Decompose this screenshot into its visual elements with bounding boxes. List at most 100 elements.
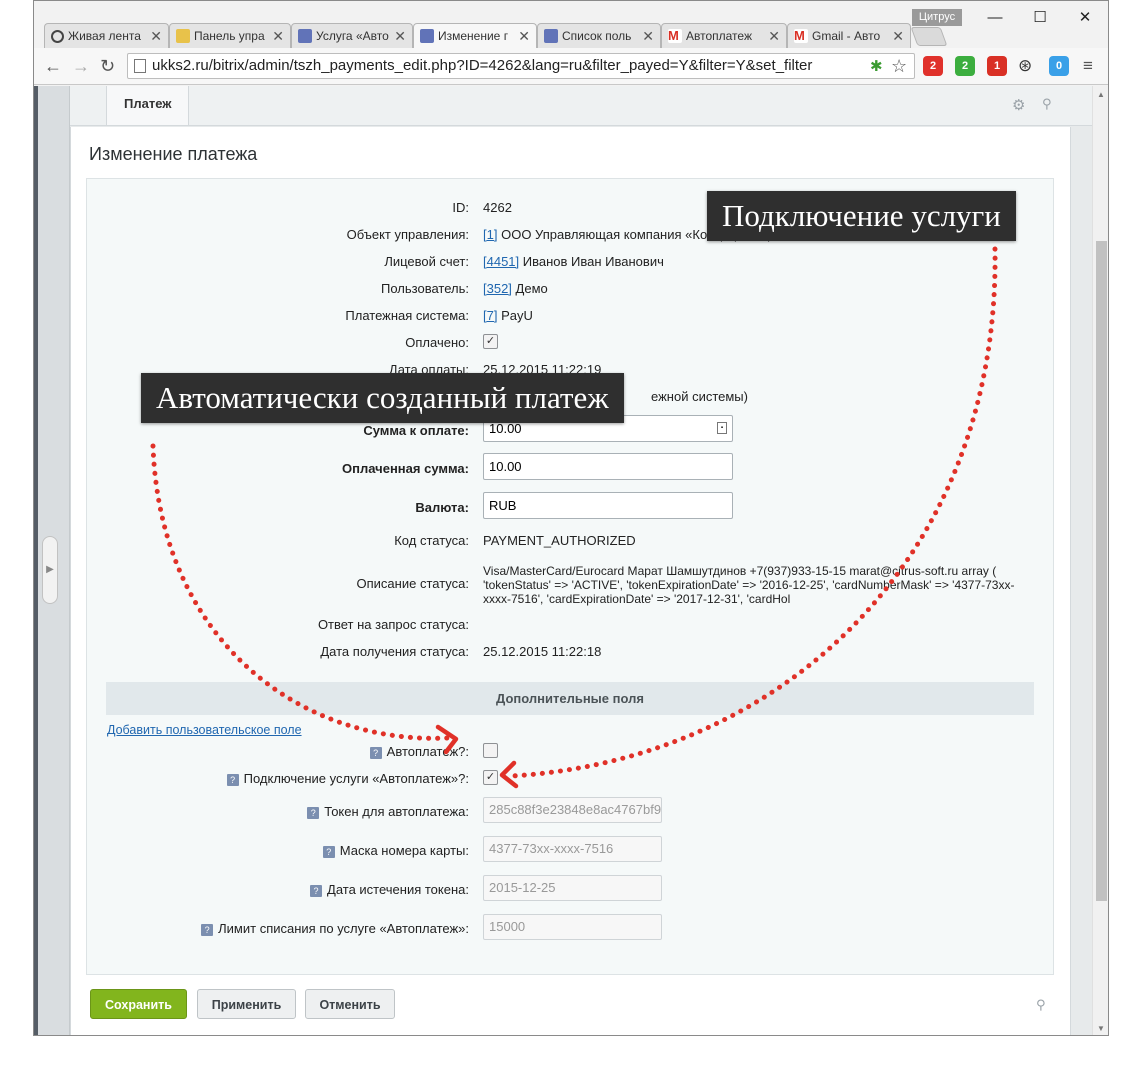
tab-close-icon[interactable]: ✕	[768, 28, 780, 45]
tab-close-icon[interactable]: ✕	[394, 28, 406, 45]
tab-live-feed[interactable]: Живая лента ✕	[44, 23, 169, 48]
page-title: Изменение платежа	[89, 144, 258, 164]
forward-icon[interactable]: →	[72, 56, 90, 76]
page-tab-bar: Платеж ⚙ ⚲	[70, 86, 1092, 126]
gmail-icon[interactable]: 1	[987, 56, 1007, 76]
paid-label: Оплачено:	[405, 335, 469, 350]
tab-user-list[interactable]: Список поль ✕	[537, 23, 661, 48]
status-date-label: Дата получения статуса:	[320, 644, 469, 659]
building-icon	[544, 29, 558, 43]
panel-edge	[34, 86, 38, 1035]
status-desc-value: Visa/MasterCard/Eurocard Марат Шамшутдин…	[483, 564, 1015, 606]
help-icon[interactable]: ?	[322, 846, 335, 858]
apply-button[interactable]: Применить	[197, 989, 296, 1019]
steering-wheel-icon[interactable]: ⊛	[1018, 56, 1032, 76]
autopay-service-checkbox[interactable]: ✓	[483, 770, 498, 785]
pin-icon[interactable]: ⚲	[1036, 997, 1046, 1013]
minimize-icon[interactable]: —	[980, 7, 1010, 29]
tab-close-icon[interactable]: ✕	[642, 28, 654, 45]
tab-gmail[interactable]: M Gmail - Авто ✕	[787, 23, 911, 48]
token-label: ? Токен для автоплатежа:	[307, 804, 469, 819]
tab-control-panel[interactable]: Панель упра ✕	[169, 23, 291, 48]
expand-menu-handle[interactable]: ▶	[42, 536, 58, 604]
tab-edit-payment[interactable]: Изменение г ✕	[413, 23, 537, 48]
status-code-value: PAYMENT_AUTHORIZED	[483, 533, 636, 548]
user-label: Пользователь:	[381, 281, 469, 296]
bitrix-icon[interactable]: 2	[923, 56, 943, 76]
autopay-checkbox[interactable]	[483, 743, 498, 758]
paysystem-link[interactable]: [7]	[483, 308, 497, 323]
paysystem-label: Платежная система:	[345, 308, 469, 323]
status-code-label: Код статуса:	[394, 533, 469, 548]
auto-payment-callout: Автоматически созданный платеж	[141, 373, 624, 423]
tab-autopay-mail[interactable]: M Автоплатеж ✕	[661, 23, 787, 48]
cancel-button[interactable]: Отменить	[305, 989, 395, 1019]
calculator-icon[interactable]: ▪	[717, 422, 727, 434]
help-icon[interactable]: ?	[310, 885, 323, 897]
account-label: Лицевой счет:	[384, 254, 469, 269]
currency-input[interactable]: RUB	[483, 492, 733, 519]
source-text: ежной системы)	[651, 389, 748, 404]
tab-service[interactable]: Услуга «Авто ✕	[291, 23, 413, 48]
currency-label: Валюта:	[415, 500, 469, 515]
reload-icon[interactable]: ↻	[100, 56, 115, 76]
autopay-service-label: ? Подключение услуги «Автоплатеж»?:	[226, 771, 469, 786]
save-button[interactable]: Сохранить	[90, 989, 187, 1019]
card-mask-label: ? Маска номера карты:	[322, 843, 469, 858]
help-icon[interactable]: ?	[307, 807, 320, 819]
gmail-icon: M	[668, 29, 682, 43]
ghostery-icon[interactable]: 0	[1049, 56, 1069, 76]
id-label: ID:	[452, 200, 469, 215]
building-icon	[298, 29, 312, 43]
add-custom-field-link[interactable]: Добавить пользовательское поле	[107, 723, 302, 737]
account-link[interactable]: [4451]	[483, 254, 519, 269]
scroll-thumb[interactable]	[1096, 241, 1107, 901]
evernote-icon[interactable]: 2	[955, 56, 975, 76]
limit-label: ? Лимит списания по услуге «Автоплатеж»:	[201, 921, 469, 936]
tab-close-icon[interactable]: ✕	[892, 28, 904, 45]
address-bar[interactable]: ukks2.ru/bitrix/admin/tszh_payments_edit…	[127, 53, 915, 79]
limit-input[interactable]: 15000	[483, 914, 662, 940]
help-icon[interactable]: ?	[226, 774, 239, 786]
tab-payment[interactable]: Платеж	[106, 86, 190, 126]
scroll-up-icon[interactable]: ▲	[1097, 90, 1105, 99]
extra-fields-header: Дополнительные поля	[106, 682, 1034, 715]
tab-close-icon[interactable]: ✕	[518, 28, 530, 45]
user-link[interactable]: [352]	[483, 281, 512, 296]
tab-close-icon[interactable]: ✕	[150, 28, 162, 45]
tab-close-icon[interactable]: ✕	[272, 28, 284, 45]
bug-icon[interactable]: ✱	[870, 57, 883, 77]
new-tab-button[interactable]	[910, 27, 948, 46]
building-icon	[420, 29, 434, 43]
bookmark-star-icon[interactable]: ☆	[891, 56, 907, 76]
pin-icon[interactable]: ⚲	[1042, 96, 1052, 112]
profile-badge[interactable]: Цитрус	[912, 9, 962, 26]
account-value: [4451] Иванов Иван Иванович	[483, 254, 664, 269]
object-label: Объект управления:	[346, 227, 469, 242]
card-mask-input[interactable]: 4377-73xx-xxxx-7516	[483, 836, 662, 862]
page-scrollbar[interactable]: ▲ ▼	[1092, 86, 1108, 1035]
token-expiry-label: ? Дата истечения токена:	[310, 882, 469, 897]
user-value: [352] Демо	[483, 281, 548, 296]
paid-sum-input[interactable]: 10.00	[483, 453, 733, 480]
autopay-label: ? Автоплатеж?:	[369, 744, 469, 759]
token-expiry-input[interactable]: 2015-12-25	[483, 875, 662, 901]
status-date-value: 25.12.2015 11:22:18	[483, 644, 602, 659]
back-icon[interactable]: ←	[44, 56, 62, 76]
token-input[interactable]: 285c88f3e23848e8ac4767bf9	[483, 797, 662, 823]
tab-strip: Цитрус — ☐ ✕ Живая лента ✕ Панель упра ✕ У…	[34, 1, 1108, 48]
help-icon[interactable]: ?	[369, 747, 382, 759]
object-link[interactable]: [1]	[483, 227, 497, 242]
edit-panel: Изменение платежа ID: 4262 Объект управл…	[70, 127, 1071, 1035]
admin-left-panel: ▶	[34, 86, 70, 1035]
paid-checkbox[interactable]: ✓	[483, 334, 498, 349]
paid-sum-label: Оплаченная сумма:	[342, 461, 469, 476]
payment-form: ID: 4262 Объект управления: [1] ООО Упра…	[86, 178, 1054, 975]
close-window-icon[interactable]: ✕	[1070, 7, 1100, 29]
help-icon[interactable]: ?	[201, 924, 214, 936]
scroll-down-icon[interactable]: ▼	[1097, 1024, 1105, 1033]
maximize-icon[interactable]: ☐	[1025, 7, 1055, 29]
gear-icon[interactable]: ⚙	[1012, 96, 1025, 114]
id-value: 4262	[483, 200, 512, 215]
menu-icon[interactable]: ≡	[1083, 56, 1093, 76]
